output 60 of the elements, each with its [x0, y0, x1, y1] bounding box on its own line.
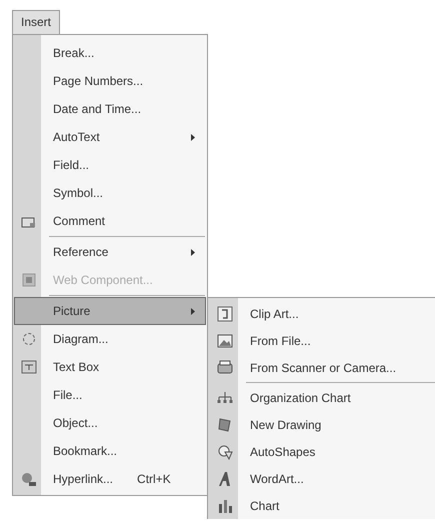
bar-chart-icon	[217, 498, 233, 514]
menu-item[interactable]: Chart	[209, 492, 435, 519]
menu-item[interactable]: Clip Art...	[209, 300, 435, 327]
menu-item[interactable]: Organization Chart	[209, 384, 435, 411]
item-label: Page Numbers...	[53, 74, 144, 88]
org-chart-icon	[217, 390, 233, 406]
image-icon	[217, 332, 233, 348]
item-label: Clip Art...	[250, 306, 299, 320]
menu-item[interactable]: WordArt...	[209, 465, 435, 492]
item-label: Organization Chart	[250, 390, 351, 404]
menu-item[interactable]: Picture	[14, 297, 206, 325]
item-label: Bookmark...	[53, 444, 118, 458]
item-label: AutoShapes	[250, 444, 316, 458]
menu-item[interactable]: Object...	[14, 409, 206, 437]
menu-item[interactable]: New Drawing	[209, 411, 435, 438]
menu-item[interactable]: Page Numbers...	[14, 67, 206, 95]
menu-item[interactable]: Date and Time...	[14, 95, 206, 123]
item-label: Date and Time...	[53, 102, 142, 116]
scanner-icon	[217, 360, 233, 376]
item-label: Text Box	[53, 360, 100, 374]
menu-item[interactable]: Diagram...	[14, 325, 206, 353]
shapes-icon	[217, 444, 233, 460]
item-label: Break...	[53, 46, 94, 60]
item-label: Comment	[53, 214, 106, 228]
menu-item[interactable]: Field...	[14, 151, 206, 179]
clip-art-icon	[217, 306, 233, 322]
menu-item[interactable]: AutoShapes	[209, 438, 435, 465]
drawing-icon	[217, 416, 233, 432]
item-label: From File...	[250, 334, 311, 348]
item-label: AutoText	[53, 130, 100, 144]
item-label: Diagram...	[53, 332, 108, 346]
shortcut-text: Ctrl+K	[137, 472, 171, 486]
menu-item[interactable]: Bookmark...	[14, 437, 206, 465]
item-label: Field...	[53, 158, 90, 172]
menu-item[interactable]: AutoText	[14, 123, 206, 151]
item-label: Chart	[250, 498, 280, 512]
menu-item[interactable]: Symbol...	[14, 179, 206, 207]
item-label: Hyperlink...	[53, 472, 114, 486]
circle-diagram-icon	[21, 331, 37, 347]
menu-item[interactable]: Break...	[14, 39, 206, 67]
item-label: Web Component...	[53, 273, 153, 287]
menu-item[interactable]: From Scanner or Camera...	[209, 354, 435, 381]
letter-art-icon	[217, 470, 233, 486]
menu-item[interactable]: Hyperlink... Ctrl+K	[14, 465, 206, 493]
menu-item[interactable]: Comment	[14, 207, 206, 235]
item-label: Symbol...	[53, 186, 104, 200]
component-icon	[21, 272, 37, 288]
item-label: New Drawing	[250, 418, 322, 432]
item-label: Object...	[53, 416, 98, 430]
menu-item[interactable]: Reference	[14, 238, 206, 266]
item-label: From Scanner or Camera...	[250, 360, 396, 374]
menu-item[interactable]: File...	[14, 381, 206, 409]
menu-item[interactable]: Text Box	[14, 353, 206, 381]
text-box-icon	[21, 359, 37, 375]
item-label: File...	[53, 388, 82, 402]
menu-item[interactable]: From File...	[209, 327, 435, 354]
menu-tab[interactable]: Insert	[12, 10, 60, 34]
item-label: Reference	[53, 245, 108, 259]
item-label: Picture	[53, 304, 90, 318]
item-label: WordArt...	[250, 472, 304, 486]
